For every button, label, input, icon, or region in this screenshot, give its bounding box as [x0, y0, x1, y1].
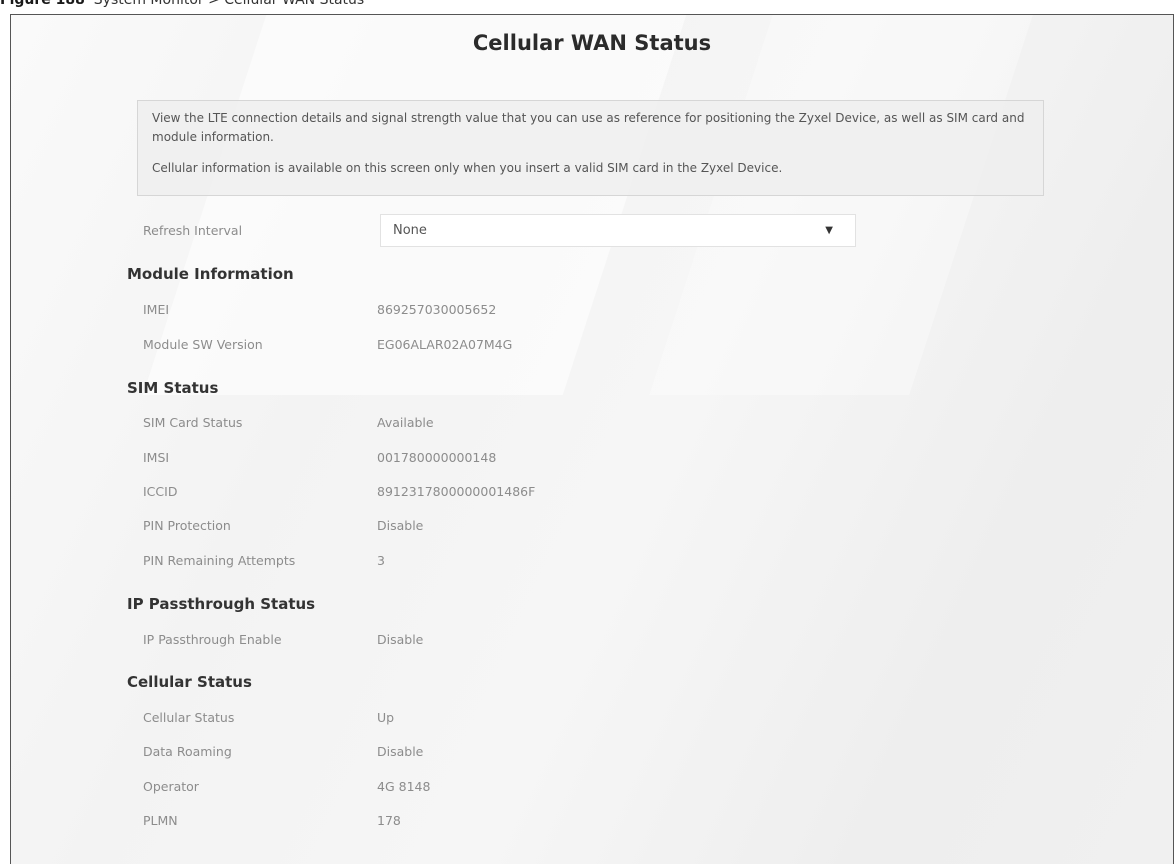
- sim-status-heading: SIM Status: [127, 379, 219, 397]
- cellular-status-heading: Cellular Status: [127, 673, 252, 691]
- imei-row: IMEI 869257030005652: [143, 300, 496, 320]
- sim-card-status-row: SIM Card Status Available: [143, 413, 434, 433]
- plmn-value: 178: [377, 813, 401, 828]
- background-sheen-secondary: [649, 15, 1033, 395]
- cellular-status-value: Up: [377, 710, 395, 725]
- refresh-interval-value: None: [393, 223, 427, 238]
- ip-passthrough-enable-row: IP Passthrough Enable Disable: [143, 630, 423, 650]
- imsi-value: 001780000000148: [377, 450, 497, 465]
- refresh-interval-select[interactable]: None ▼: [380, 214, 856, 247]
- iccid-label: ICCID: [143, 484, 178, 499]
- cellular-status-label: Cellular Status: [143, 710, 235, 725]
- module-information-heading: Module Information: [127, 265, 294, 283]
- data-roaming-value: Disable: [377, 744, 424, 759]
- pin-remaining-attempts-label: PIN Remaining Attempts: [143, 553, 296, 568]
- ip-passthrough-status-heading: IP Passthrough Status: [127, 595, 316, 613]
- module-sw-version-row: Module SW Version EG06ALAR02A07M4G: [143, 335, 512, 355]
- refresh-interval-label: Refresh Interval: [143, 223, 243, 238]
- pin-remaining-attempts-value: 3: [377, 553, 385, 568]
- description-box: View the LTE connection details and sign…: [137, 100, 1044, 196]
- description-line-1: View the LTE connection details and sign…: [152, 111, 1025, 144]
- imsi-row: IMSI 001780000000148: [143, 448, 496, 468]
- module-sw-version-label: Module SW Version: [143, 337, 263, 352]
- refresh-interval-row: Refresh Interval: [143, 221, 242, 241]
- ip-passthrough-enable-label: IP Passthrough Enable: [143, 632, 282, 647]
- operator-value: 4G 8148: [377, 779, 431, 794]
- plmn-row: PLMN 178: [143, 811, 401, 831]
- status-panel: Cellular WAN Status View the LTE connect…: [10, 14, 1174, 864]
- iccid-row: ICCID 8912317800000001486F: [143, 482, 535, 502]
- operator-label: Operator: [143, 779, 199, 794]
- iccid-value: 8912317800000001486F: [377, 484, 536, 499]
- ip-passthrough-enable-value: Disable: [377, 632, 424, 647]
- cellular-status-row: Cellular Status Up: [143, 708, 394, 728]
- imei-value: 869257030005652: [377, 302, 497, 317]
- chevron-down-icon: ▼: [825, 225, 833, 236]
- pin-protection-row: PIN Protection Disable: [143, 516, 423, 536]
- page-title: Cellular WAN Status: [472, 31, 712, 55]
- pin-protection-value: Disable: [377, 518, 424, 533]
- plmn-label: PLMN: [143, 813, 178, 828]
- data-roaming-row: Data Roaming Disable: [143, 742, 423, 762]
- figure-caption: Figure 188 System Monitor > Cellular WAN…: [0, 0, 364, 12]
- operator-row: Operator 4G 8148: [143, 777, 430, 797]
- figure-caption-text: System Monitor > Cellular WAN Status: [93, 0, 365, 8]
- data-roaming-label: Data Roaming: [143, 744, 232, 759]
- figure-number: Figure 188: [0, 0, 85, 8]
- pin-remaining-attempts-row: PIN Remaining Attempts 3: [143, 551, 385, 571]
- sim-card-status-label: SIM Card Status: [143, 415, 243, 430]
- module-sw-version-value: EG06ALAR02A07M4G: [377, 337, 513, 352]
- pin-protection-label: PIN Protection: [143, 518, 231, 533]
- imsi-label: IMSI: [143, 450, 170, 465]
- imei-label: IMEI: [143, 302, 170, 317]
- description-line-2: Cellular information is available on thi…: [152, 161, 783, 175]
- sim-card-status-value: Available: [377, 415, 434, 430]
